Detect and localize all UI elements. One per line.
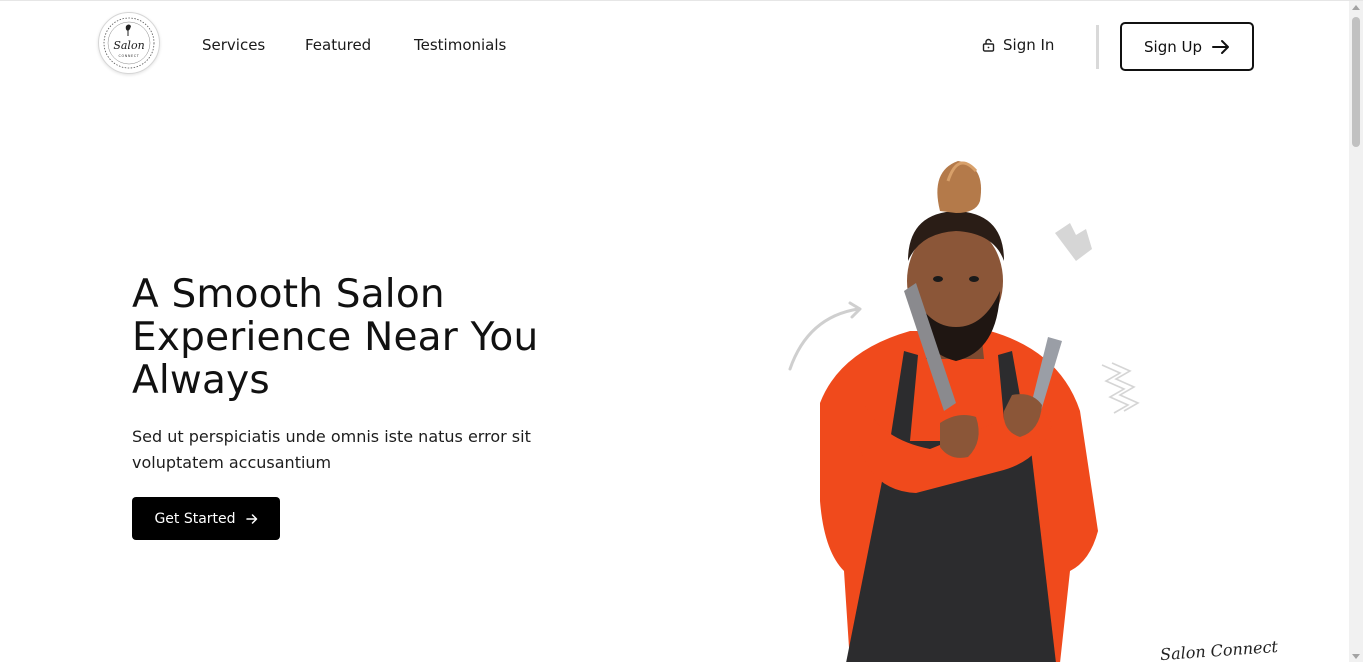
nav-link-services[interactable]: Services — [202, 35, 265, 55]
get-started-button[interactable]: Get Started — [132, 497, 280, 540]
scroll-up-icon[interactable] — [1352, 5, 1360, 10]
logo-subtext: CONNECT — [119, 54, 140, 58]
hero-subtitle: Sed ut perspiciatis unde omnis iste natu… — [132, 427, 531, 472]
sign-up-label: Sign Up — [1144, 37, 1202, 56]
arrow-right-icon — [245, 513, 257, 524]
barber-portrait-image — [780, 141, 1160, 662]
header-divider — [1096, 25, 1099, 69]
page-viewport: Salon CONNECT Services Featured Testimon… — [0, 0, 1363, 662]
signature-text: Salon Connect — [1159, 636, 1279, 662]
doodle-curved-arrow — [788, 307, 860, 371]
nav-link-featured[interactable]: Featured — [305, 35, 371, 55]
salon-connect-logo[interactable]: Salon CONNECT — [98, 12, 160, 74]
sign-in-label: Sign In — [1003, 36, 1055, 54]
logo-text: Salon — [113, 39, 144, 52]
hero-title: A Smooth Salon Experience Near You Alway… — [132, 272, 539, 403]
sign-up-button[interactable]: Sign Up — [1120, 22, 1254, 71]
nav-link-testimonials[interactable]: Testimonials — [414, 35, 506, 55]
scrollbar-thumb[interactable] — [1352, 17, 1360, 147]
lock-icon — [982, 38, 995, 52]
sign-in-link[interactable]: Sign In — [982, 35, 1054, 55]
logo-emblem-icon: Salon CONNECT — [103, 17, 155, 69]
arrow-right-icon — [1212, 39, 1229, 54]
site-header: Salon CONNECT Services Featured Testimon… — [0, 1, 1349, 91]
doodle-zigzag — [1101, 364, 1130, 414]
doodle-crown — [1055, 223, 1092, 261]
scroll-down-icon[interactable] — [1352, 654, 1360, 659]
vertical-scrollbar[interactable] — [1349, 1, 1363, 662]
get-started-label: Get Started — [154, 510, 236, 527]
